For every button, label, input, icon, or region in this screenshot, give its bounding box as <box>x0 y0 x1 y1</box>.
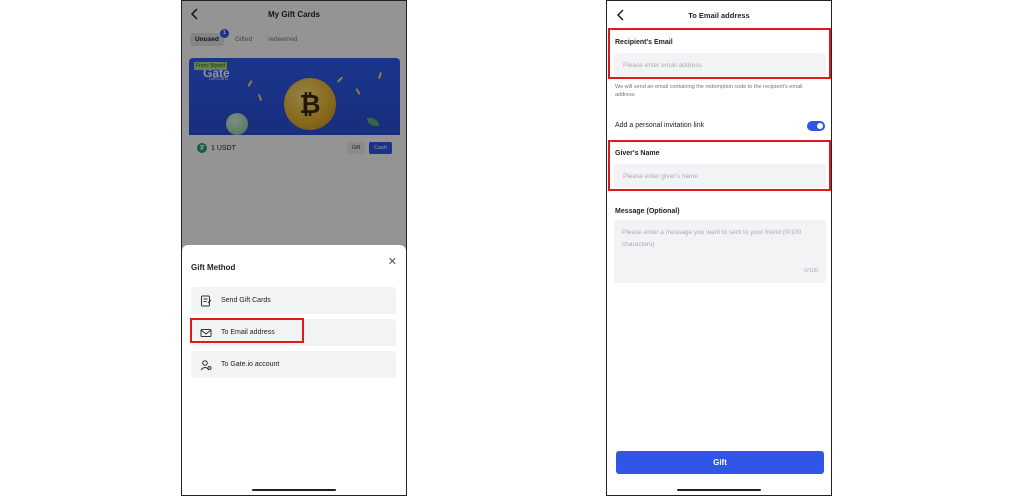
home-indicator <box>252 489 336 491</box>
message-label: Message (Optional) <box>615 208 680 215</box>
header: To Email address <box>607 1 831 29</box>
option-label: Send Gift Cards <box>221 297 271 304</box>
gift-card-edit-icon <box>200 295 212 307</box>
option-to-gate-account[interactable]: To Gate.io account <box>191 351 396 378</box>
close-icon[interactable]: ✕ <box>388 255 397 268</box>
invitation-link-toggle[interactable] <box>807 121 825 131</box>
home-indicator <box>677 489 761 491</box>
placeholder: Please enter a message you want to sent … <box>622 229 802 248</box>
character-counter: 0/100 <box>804 268 818 274</box>
option-label: To Gate.io account <box>221 361 280 368</box>
option-send-gift-cards[interactable]: Send Gift Cards <box>191 287 396 314</box>
gift-submit-button[interactable]: Gift <box>616 451 824 474</box>
invitation-link-label: Add a personal invitation link <box>615 122 705 129</box>
gift-method-sheet: Gift Method ✕ Send Gift Cards To Email a… <box>182 245 406 495</box>
phone-screen-gift-cards: My Gift Cards Unused 1 Gifted redeemed G… <box>181 0 407 496</box>
highlight-box <box>190 318 304 343</box>
help-text: We will send an email containing the red… <box>615 84 803 98</box>
sheet-title: Gift Method <box>191 263 236 272</box>
user-account-icon <box>200 359 212 371</box>
highlight-box <box>608 28 831 79</box>
highlight-box <box>608 140 831 191</box>
back-arrow-icon[interactable] <box>616 9 626 21</box>
message-textarea[interactable]: Please enter a message you want to sent … <box>614 220 826 283</box>
page-title: To Email address <box>688 10 750 20</box>
